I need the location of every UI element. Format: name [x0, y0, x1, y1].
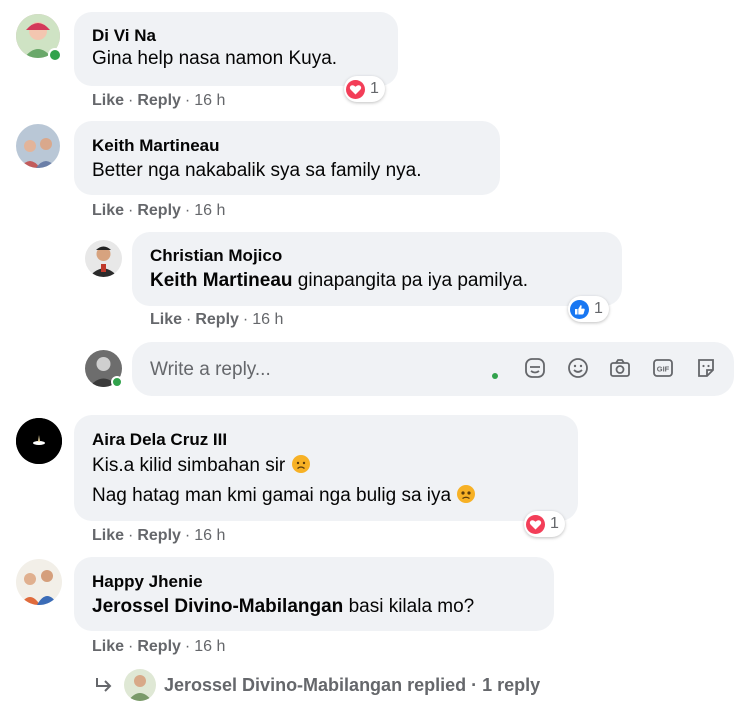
- view-replies-link[interactable]: Jerossel Divino-Mabilangan replied · 1 r…: [92, 667, 540, 703]
- comment-bubble: [74, 557, 554, 631]
- like-button[interactable]: Like: [92, 92, 124, 109]
- comment-text: Better nga nakabalik sya sa family nya.: [92, 160, 422, 181]
- love-reaction-icon: [526, 514, 545, 534]
- avatar[interactable]: [16, 418, 62, 464]
- smiley-icon[interactable]: [566, 356, 590, 380]
- comment-actions: Like · Reply · 16 h: [150, 311, 284, 328]
- timestamp[interactable]: 16 h: [194, 202, 225, 219]
- reaction-summary[interactable]: 1: [344, 76, 385, 102]
- reply-button[interactable]: Reply: [137, 202, 181, 219]
- timestamp[interactable]: 16 h: [194, 92, 225, 109]
- comment-author[interactable]: Aira Dela Cruz III: [92, 430, 227, 450]
- reply-button[interactable]: Reply: [137, 92, 181, 109]
- like-button[interactable]: Like: [92, 527, 124, 544]
- reply-arrow-icon: [96, 678, 112, 692]
- reply-placeholder[interactable]: Write a reply...: [150, 359, 271, 381]
- comment-actions: Like · Reply · 16 h: [92, 638, 226, 655]
- replier-avatar: [124, 669, 156, 701]
- reply-button[interactable]: Reply: [137, 638, 181, 655]
- comment-text: Jerossel Divino-Mabilangan basi kilala m…: [92, 596, 475, 617]
- sad-emoji-icon: [291, 455, 310, 473]
- online-status-indicator: [48, 48, 62, 62]
- reply-button[interactable]: Reply: [137, 527, 181, 544]
- camera-icon[interactable]: [608, 356, 632, 380]
- love-reaction-icon: [346, 79, 365, 99]
- emoji-sticker-icon[interactable]: [523, 356, 547, 380]
- like-button[interactable]: Like: [92, 202, 124, 219]
- reply-button[interactable]: Reply: [195, 311, 239, 328]
- sad-emoji-icon: [457, 485, 476, 503]
- reaction-summary[interactable]: 1: [568, 296, 609, 322]
- comment-bubble: [132, 232, 622, 306]
- comment-author[interactable]: Di Vi Na: [92, 26, 156, 46]
- reaction-count: 1: [594, 300, 603, 317]
- comment-author[interactable]: Christian Mojico: [150, 246, 282, 266]
- reaction-summary[interactable]: 1: [524, 511, 565, 537]
- timestamp[interactable]: 16 h: [194, 638, 225, 655]
- avatar[interactable]: [85, 240, 122, 277]
- comment-bubble: [74, 121, 500, 195]
- comment-text: Nag hatag man kmi gamai nga bulig sa iya: [92, 484, 476, 507]
- comment-text: Gina help nasa namon Kuya.: [92, 48, 338, 69]
- reaction-count: 1: [370, 80, 379, 97]
- sticker-icon[interactable]: [694, 356, 718, 380]
- avatar[interactable]: [16, 124, 60, 168]
- comment-text: Kis.a kilid simbahan sir: [92, 454, 311, 477]
- like-reaction-icon: [570, 299, 589, 319]
- like-button[interactable]: Like: [92, 638, 124, 655]
- gif-icon[interactable]: GIF: [651, 356, 675, 380]
- timestamp[interactable]: 16 h: [194, 527, 225, 544]
- comment-actions: Like · Reply · 16 h: [92, 92, 226, 109]
- svg-text:GIF: GIF: [657, 365, 670, 374]
- comment-author[interactable]: Keith Martineau: [92, 136, 220, 156]
- comment-text: Keith Martineau ginapangita pa iya pamil…: [150, 270, 529, 291]
- timestamp[interactable]: 16 h: [252, 311, 283, 328]
- avatar[interactable]: [16, 559, 62, 605]
- like-button[interactable]: Like: [150, 311, 182, 328]
- comment-author[interactable]: Happy Jhenie: [92, 572, 203, 592]
- typing-indicator-dot: [492, 373, 498, 379]
- online-status-indicator: [111, 376, 123, 388]
- comment-actions: Like · Reply · 16 h: [92, 527, 226, 544]
- mention-link[interactable]: Keith Martineau: [150, 270, 293, 291]
- reaction-count: 1: [550, 515, 559, 532]
- mention-link[interactable]: Jerossel Divino-Mabilangan: [92, 596, 343, 617]
- comment-actions: Like · Reply · 16 h: [92, 202, 226, 219]
